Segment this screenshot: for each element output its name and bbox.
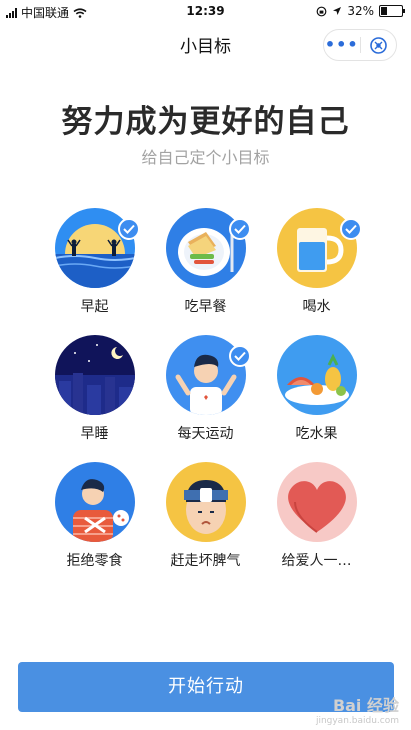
nav-bar: 小目标 ••• (0, 22, 411, 64)
goal-label: 拒绝零食 (66, 553, 123, 569)
goal-label: 喝水 (302, 299, 331, 315)
status-bar: 中国联通 12:39 32% (0, 0, 411, 22)
watermark-url: jingyan.baidu.com (315, 716, 399, 726)
goal-refuse-snacks[interactable]: 拒绝零食 (39, 462, 150, 582)
location-icon (333, 7, 342, 15)
goal-for-loved-one[interactable]: 给爱人一… (261, 462, 372, 582)
battery-icon (379, 5, 405, 17)
close-icon (369, 36, 387, 54)
mini-program-capsule: ••• (323, 29, 397, 61)
more-button[interactable]: ••• (324, 31, 360, 59)
battery-percent: 32% (347, 4, 374, 18)
baidu-jingyan-watermark: Bai 经验 jingyan.baidu.com (316, 692, 399, 726)
headline: 努力成为更好的自己 (61, 104, 350, 140)
checked-icon (340, 218, 362, 240)
goal-label: 吃水果 (295, 426, 338, 442)
refuse-snack-person-icon (55, 462, 135, 542)
goal-label: 早睡 (80, 426, 109, 442)
goal-label: 每天运动 (177, 426, 234, 442)
goal-label: 吃早餐 (184, 299, 227, 315)
goal-daily-exercise[interactable]: 每天运动 (150, 335, 261, 455)
goal-drink-water[interactable]: 喝水 (261, 208, 372, 328)
checked-icon (118, 218, 140, 240)
subtitle: 给自己定个小目标 (141, 148, 270, 167)
checked-icon (229, 345, 251, 367)
watermark-main: Bai 经验 (332, 696, 399, 715)
goal-label: 早起 (80, 299, 109, 315)
checked-icon (229, 218, 251, 240)
close-mini-program-button[interactable] (361, 36, 397, 55)
goal-label: 赶走坏脾气 (170, 553, 241, 569)
goal-early-sleep[interactable]: 早睡 (39, 335, 150, 455)
goal-no-temper[interactable]: 赶走坏脾气 (150, 462, 261, 582)
goal-eat-fruit[interactable]: 吃水果 (261, 335, 372, 455)
night-sky-icon (55, 335, 135, 415)
fruit-plate-icon (277, 335, 357, 415)
status-right: 32% (316, 4, 405, 18)
goal-early-rise[interactable]: 早起 (39, 208, 150, 328)
heart-icon (277, 462, 357, 542)
orientation-lock-icon (316, 6, 327, 16)
headband-face-icon (166, 462, 246, 542)
goal-breakfast[interactable]: 吃早餐 (150, 208, 261, 328)
goal-label: 给爱人一… (281, 553, 352, 569)
